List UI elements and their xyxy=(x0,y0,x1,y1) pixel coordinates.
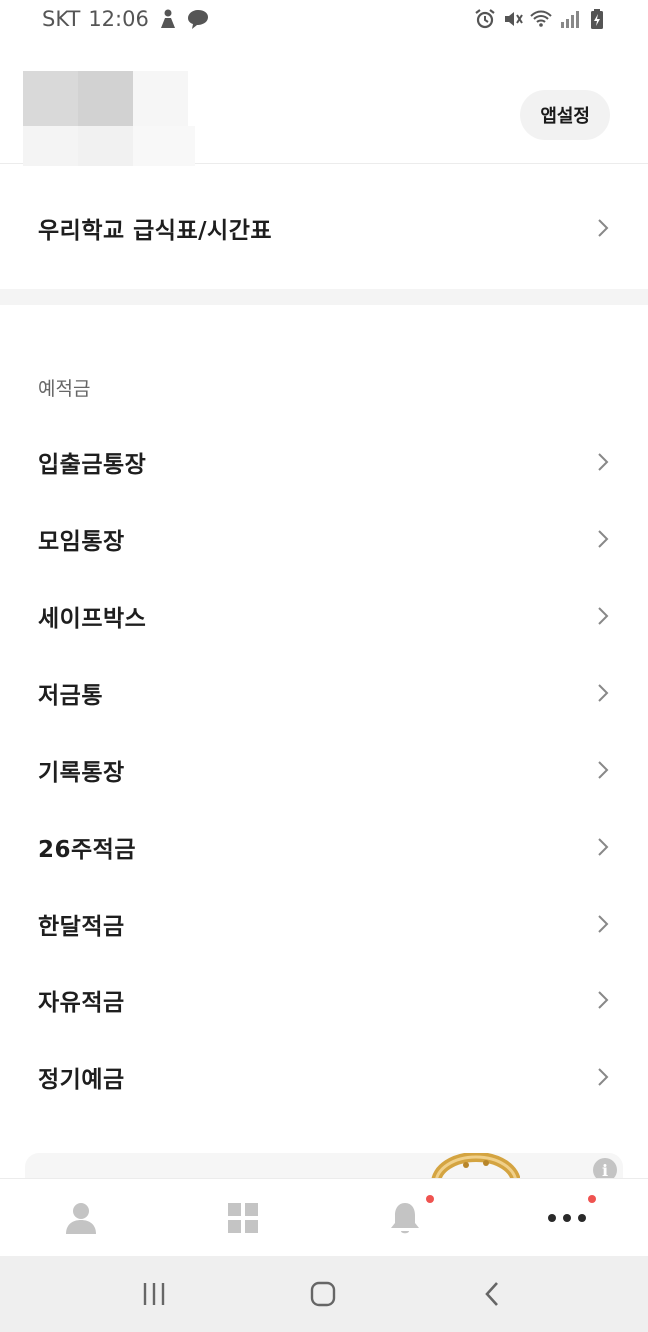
section-title-savings: 예적금 xyxy=(38,378,91,400)
home-icon xyxy=(310,1281,336,1307)
list-item-fixed-deposit[interactable]: 정기예금 xyxy=(0,1038,648,1115)
school-meal-timetable-item[interactable]: 우리학교 급식표/시간표 xyxy=(0,189,648,266)
chevron-right-icon xyxy=(598,218,609,237)
list-item-free-savings[interactable]: 자유적금 xyxy=(0,961,648,1038)
chat-bubble-icon xyxy=(187,10,208,29)
bell-icon xyxy=(391,1203,419,1234)
list-item-label: 입출금통장 xyxy=(38,451,147,478)
list-item-checking-account[interactable]: 입출금통장 xyxy=(0,423,648,500)
bottom-tab-bar xyxy=(0,1178,648,1256)
chevron-right-icon xyxy=(598,837,609,856)
alarm-icon xyxy=(475,9,495,29)
tab-more[interactable] xyxy=(486,1179,648,1257)
chevron-right-icon xyxy=(598,760,609,779)
list-item-label: 저금통 xyxy=(38,682,103,709)
chevron-right-icon xyxy=(598,914,609,933)
carrier-name: SKT xyxy=(42,7,81,31)
list-item-label: 자유적금 xyxy=(38,989,125,1016)
list-item-label: 모임통장 xyxy=(38,528,125,555)
list-item-label: 세이프박스 xyxy=(38,605,147,632)
list-item-label: 한달적금 xyxy=(38,913,125,940)
list-item-group-account[interactable]: 모임통장 xyxy=(0,500,648,577)
back-icon xyxy=(485,1282,498,1306)
system-nav-bar xyxy=(0,1256,648,1332)
list-item-label: 26주적금 xyxy=(38,836,136,863)
tab-notifications[interactable] xyxy=(324,1179,486,1257)
list-item-record-account[interactable]: 기록통장 xyxy=(0,731,648,808)
recent-apps-icon xyxy=(143,1283,165,1305)
more-badge xyxy=(588,1195,596,1203)
battery-charging-icon xyxy=(591,9,603,29)
more-dots-icon xyxy=(548,1214,586,1222)
mute-icon xyxy=(505,12,523,26)
tab-menu[interactable] xyxy=(162,1179,324,1257)
list-item-26-week-savings[interactable]: 26주적금 xyxy=(0,808,648,885)
status-time: 12:06 xyxy=(88,7,149,31)
app-settings-button[interactable]: 앱설정 xyxy=(520,90,610,140)
school-meal-timetable-label: 우리학교 급식표/시간표 xyxy=(38,217,273,244)
header: 앱설정 xyxy=(0,40,648,166)
back-button[interactable] xyxy=(462,1274,522,1314)
wifi-icon xyxy=(530,10,552,27)
list-item-one-month-savings[interactable]: 한달적금 xyxy=(0,885,648,962)
list-item-safe-box[interactable]: 세이프박스 xyxy=(0,577,648,654)
section-divider xyxy=(0,289,648,305)
person-notification-icon xyxy=(160,9,175,28)
recent-apps-button[interactable] xyxy=(124,1274,184,1314)
chevron-right-icon xyxy=(598,683,609,702)
list-item-label: 정기예금 xyxy=(38,1066,125,1093)
grid-icon xyxy=(228,1203,258,1233)
home-button[interactable] xyxy=(293,1274,353,1314)
person-icon xyxy=(66,1203,96,1234)
signal-icon xyxy=(561,11,579,28)
tab-profile[interactable] xyxy=(0,1179,162,1257)
notification-badge xyxy=(426,1195,434,1203)
chevron-right-icon xyxy=(598,529,609,548)
chevron-right-icon xyxy=(598,606,609,625)
list-item-piggy-bank[interactable]: 저금통 xyxy=(0,654,648,731)
avatar xyxy=(23,71,198,166)
list-item-label: 기록통장 xyxy=(38,759,125,786)
status-bar: SKT 12:06 xyxy=(0,0,648,40)
chevron-right-icon xyxy=(598,452,609,471)
chevron-right-icon xyxy=(598,1067,609,1086)
chevron-right-icon xyxy=(598,990,609,1009)
